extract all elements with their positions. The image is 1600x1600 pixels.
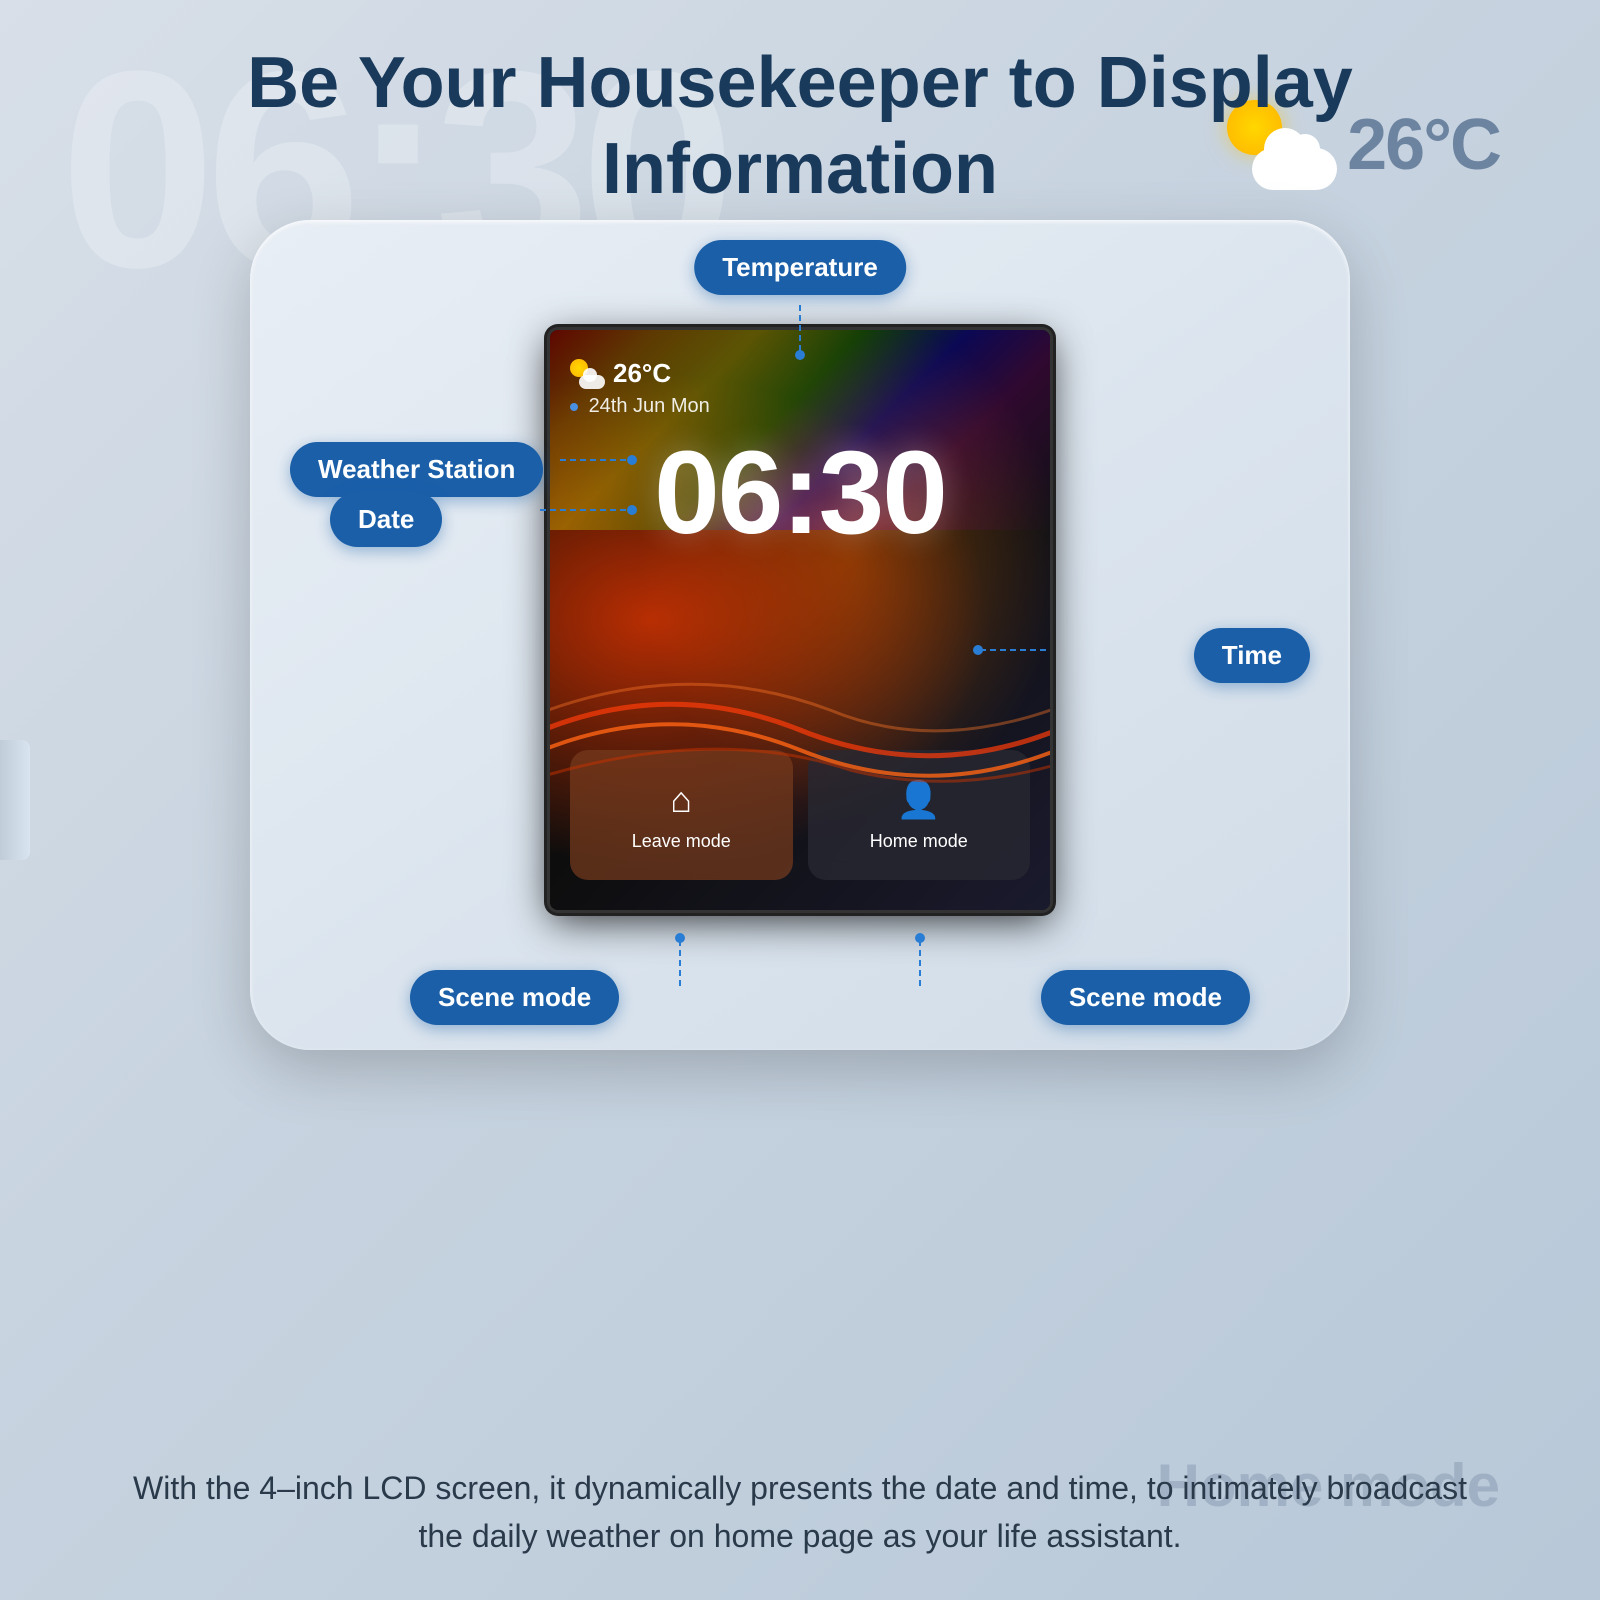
page-title: Be Your Housekeeper to Display Informati…: [0, 40, 1600, 213]
leave-mode-label: Leave mode: [632, 831, 731, 852]
left-panel-hint: [0, 740, 30, 860]
weather-station-annotation: Weather Station: [290, 442, 543, 497]
scene-mode-left-annotation: Scene mode: [410, 970, 619, 1025]
screen-date: 24th Jun Mon: [570, 395, 710, 418]
screen-temperature: 26°C: [613, 358, 671, 389]
screen-weather-icon: [570, 359, 605, 389]
time-annotation: Time: [1194, 628, 1310, 683]
bottom-description: With the 4–inch LCD screen, it dynamical…: [0, 1464, 1600, 1560]
wavy-decoration: [550, 590, 1050, 810]
scene-mode-right-annotation: Scene mode: [1041, 970, 1250, 1025]
title-line1: Be Your Housekeeper to Display: [247, 43, 1353, 123]
date-text: 24th Jun Mon: [589, 395, 710, 417]
title-line2: Information: [602, 129, 998, 209]
lcd-screen: 26°C 24th Jun Mon 06:30 ⌂ Leave mode 👤 H…: [550, 330, 1050, 910]
device-card: 26°C 24th Jun Mon 06:30 ⌂ Leave mode 👤 H…: [250, 220, 1350, 1050]
home-mode-label: Home mode: [870, 831, 968, 852]
description-text: With the 4–inch LCD screen, it dynamical…: [120, 1464, 1480, 1560]
main-heading: Be Your Housekeeper to Display Informati…: [0, 40, 1600, 213]
screen-time: 06:30: [550, 425, 1050, 561]
date-dot: [570, 403, 578, 411]
date-annotation: Date: [330, 492, 442, 547]
mini-cloud-icon: [579, 375, 605, 389]
temperature-annotation: Temperature: [694, 240, 906, 295]
screen-weather-info: 26°C: [570, 358, 671, 389]
